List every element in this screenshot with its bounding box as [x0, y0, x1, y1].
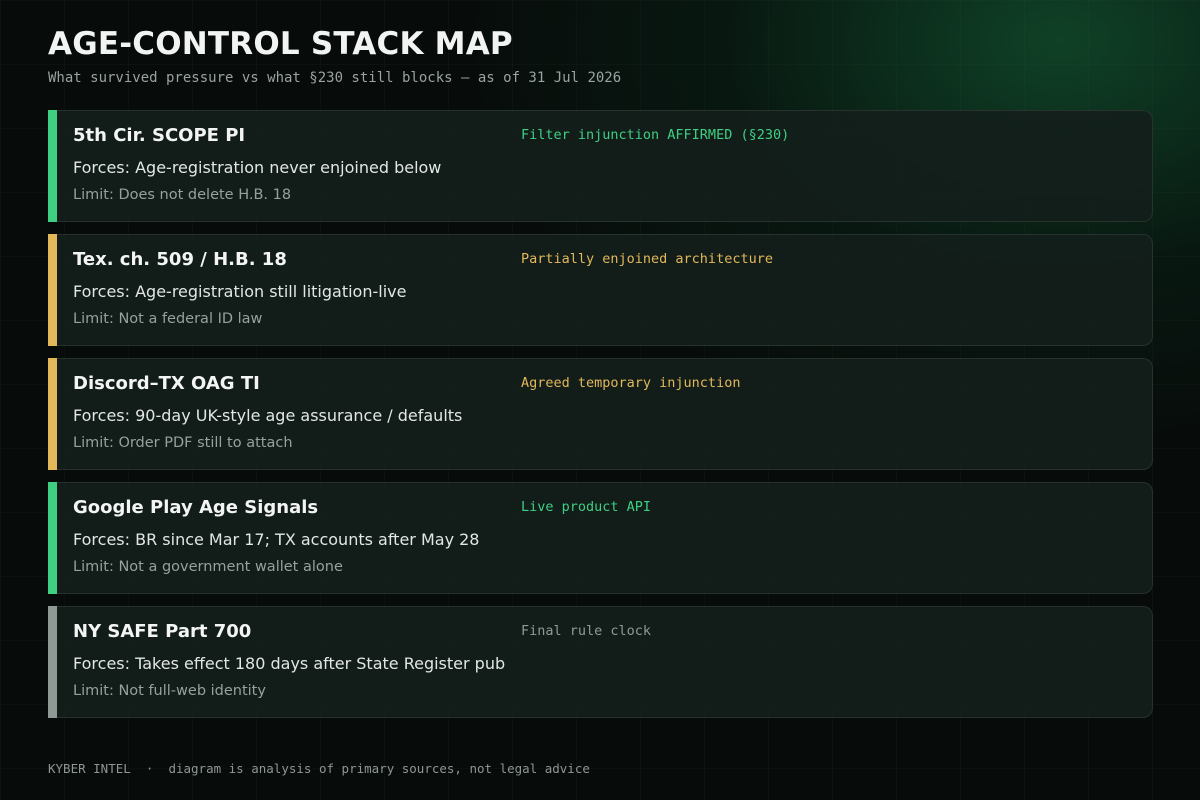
footer: KYBER INTEL · diagram is analysis of pri… [48, 761, 590, 776]
stack-card-google-play: Google Play Age Signals Live product API… [48, 482, 1153, 594]
card-limit: Limit: Not a federal ID law [73, 311, 263, 327]
card-title: 5th Cir. SCOPE PI [73, 125, 246, 146]
card-forces: Forces: BR since Mar 17; TX accounts aft… [73, 530, 480, 549]
footer-brand: KYBER INTEL [48, 761, 131, 776]
card-limit: Limit: Order PDF still to attach [73, 435, 293, 451]
stack-card-scope-pi: 5th Cir. SCOPE PI Filter injunction AFFI… [48, 110, 1153, 222]
card-limit: Limit: Does not delete H.B. 18 [73, 187, 292, 203]
page-title: AGE-CONTROL STACK MAP [48, 26, 513, 62]
card-title: NY SAFE Part 700 [73, 621, 252, 642]
stack-card-ny-safe: NY SAFE Part 700 Final rule clock Forces… [48, 606, 1153, 718]
card-accent-stripe [48, 358, 57, 470]
card-status: Live product API [521, 499, 652, 515]
card-status: Partially enjoined architecture [521, 251, 773, 267]
card-status: Agreed temporary injunction [521, 375, 741, 391]
card-limit: Limit: Not a government wallet alone [73, 559, 343, 575]
stack-card-list: 5th Cir. SCOPE PI Filter injunction AFFI… [48, 110, 1153, 730]
card-status: Final rule clock [521, 623, 652, 639]
card-forces: Forces: Takes effect 180 days after Stat… [73, 654, 506, 673]
card-forces: Forces: Age-registration still litigatio… [73, 282, 407, 301]
card-title: Google Play Age Signals [73, 497, 319, 518]
card-status: Filter injunction AFFIRMED (§230) [521, 127, 790, 143]
card-limit: Limit: Not full-web identity [73, 683, 266, 699]
footer-note: diagram is analysis of primary sources, … [168, 761, 590, 776]
page-subtitle: What survived pressure vs what §230 stil… [48, 70, 622, 86]
stack-card-discord: Discord–TX OAG TI Agreed temporary injun… [48, 358, 1153, 470]
card-forces: Forces: Age-registration never enjoined … [73, 158, 442, 177]
card-accent-stripe [48, 482, 57, 594]
stack-card-hb18: Tex. ch. 509 / H.B. 18 Partially enjoine… [48, 234, 1153, 346]
card-accent-stripe [48, 606, 57, 718]
card-accent-stripe [48, 234, 57, 346]
footer-separator: · [145, 761, 154, 776]
card-accent-stripe [48, 110, 57, 222]
card-title: Discord–TX OAG TI [73, 373, 260, 394]
card-title: Tex. ch. 509 / H.B. 18 [73, 249, 287, 270]
card-forces: Forces: 90-day UK-style age assurance / … [73, 406, 463, 425]
